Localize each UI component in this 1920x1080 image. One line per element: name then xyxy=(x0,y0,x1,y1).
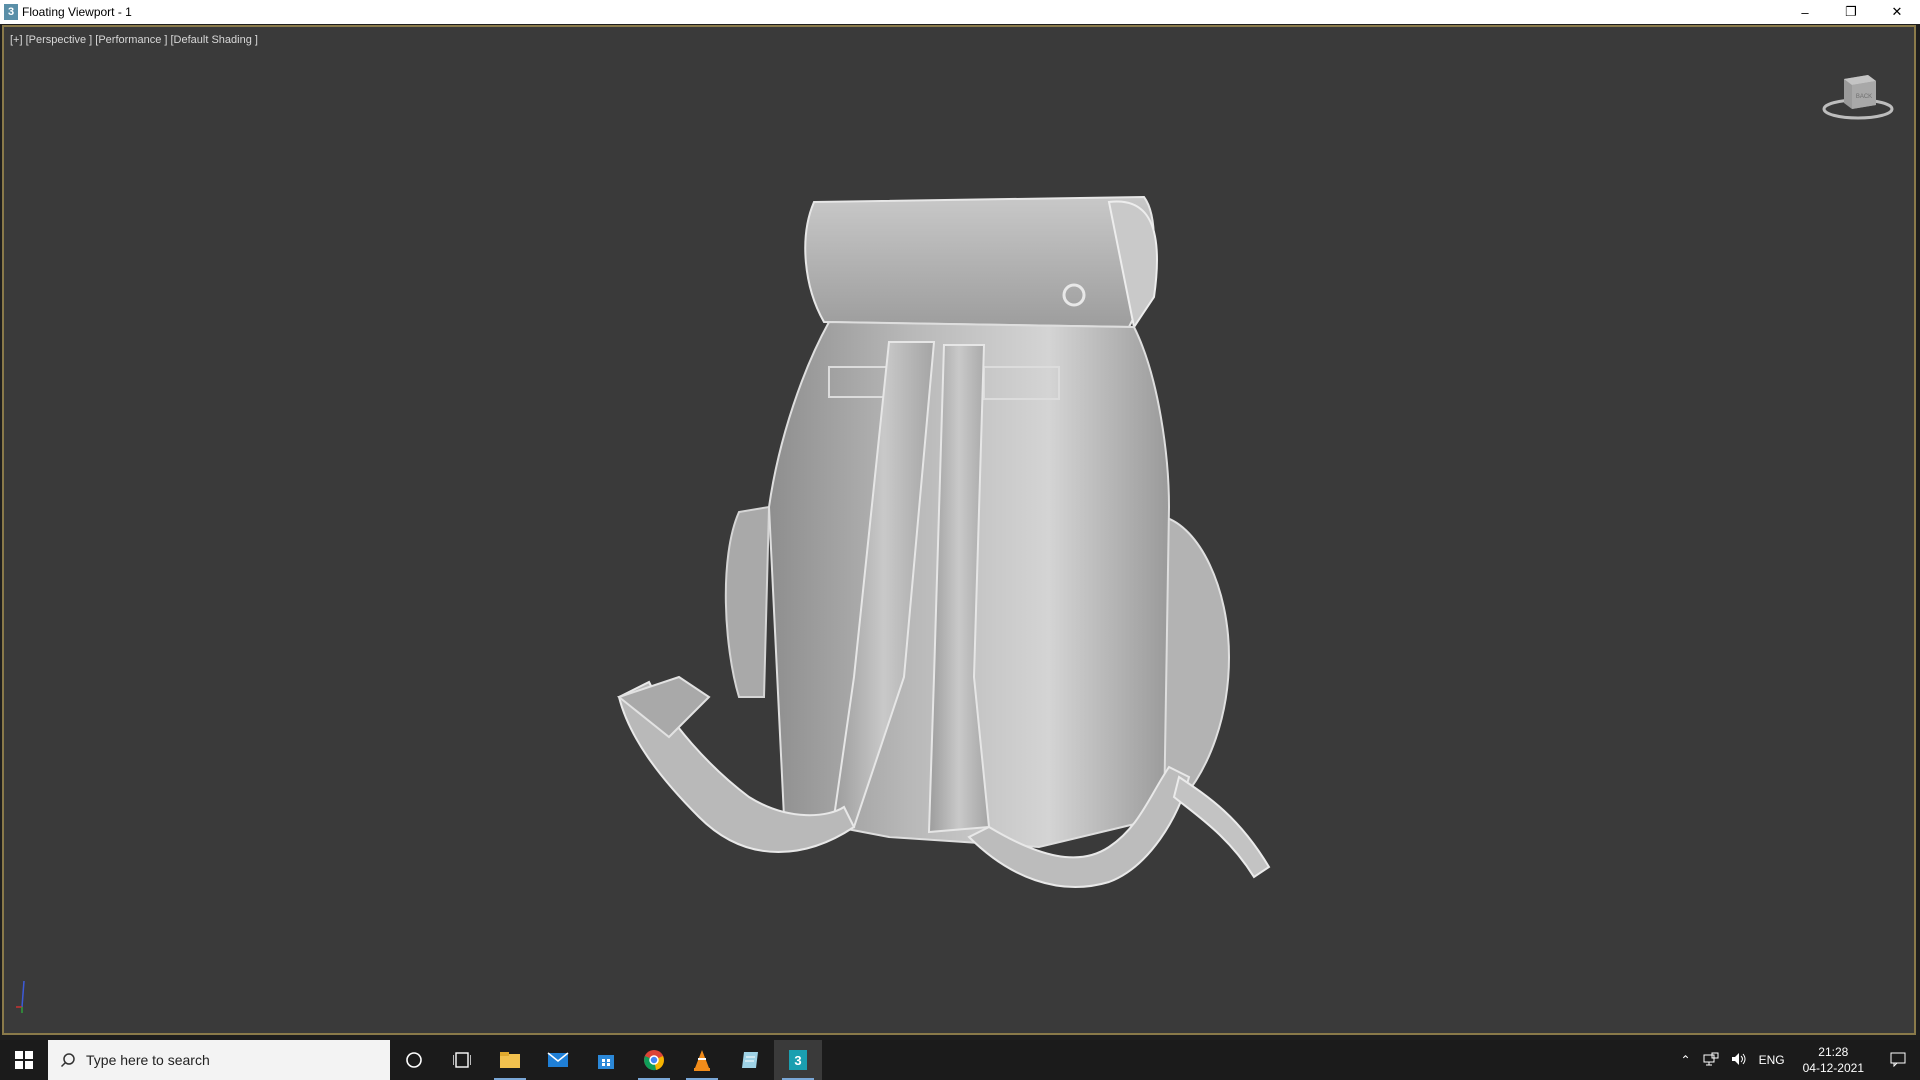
viewcube-face-label: BACK xyxy=(1856,94,1872,100)
3dsmax-icon[interactable]: 3 xyxy=(774,1040,822,1080)
volume-icon[interactable] xyxy=(1725,1052,1753,1069)
close-button[interactable]: ✕ xyxy=(1874,0,1920,24)
start-button[interactable] xyxy=(0,1040,48,1080)
vlc-icon[interactable] xyxy=(678,1040,726,1080)
task-view-icon[interactable] xyxy=(438,1040,486,1080)
search-icon xyxy=(60,1053,75,1068)
viewport-perspective[interactable]: [+] [Perspective ] [Performance ] [Defau… xyxy=(2,25,1916,1035)
clock[interactable]: 21:28 04-12-2021 xyxy=(1791,1044,1876,1076)
title-bar: 3 Floating Viewport - 1 – ❐ ✕ xyxy=(0,0,1920,24)
window-controls: – ❐ ✕ xyxy=(1782,0,1920,24)
language-indicator[interactable]: ENG xyxy=(1753,1053,1791,1067)
viewport-label[interactable]: [+] [Perspective ] [Performance ] [Defau… xyxy=(10,34,258,46)
chrome-icon[interactable] xyxy=(630,1040,678,1080)
windows-logo-icon xyxy=(15,1051,33,1069)
cortana-icon[interactable] xyxy=(390,1040,438,1080)
backpack-model[interactable] xyxy=(589,177,1289,917)
file-explorer-icon[interactable] xyxy=(486,1040,534,1080)
restore-button[interactable]: ❐ xyxy=(1828,0,1874,24)
clock-time: 21:28 xyxy=(1818,1045,1849,1059)
viewcube-icon[interactable]: BACK xyxy=(1820,65,1896,125)
system-tray: ⌃ ENG 21:28 04-12-2021 xyxy=(1675,1040,1920,1080)
taskbar: Type here to search 3 ⌃ ENG 21:28 04-12-… xyxy=(0,1040,1920,1080)
taskbar-search-box[interactable]: Type here to search xyxy=(48,1040,390,1080)
search-placeholder: Type here to search xyxy=(86,1052,210,1068)
notifications-icon[interactable] xyxy=(1876,1051,1920,1070)
axis-tripod-icon xyxy=(16,980,25,1013)
mail-icon[interactable] xyxy=(534,1040,582,1080)
store-icon[interactable] xyxy=(582,1040,630,1080)
minimize-button[interactable]: – xyxy=(1782,0,1828,24)
network-icon[interactable] xyxy=(1697,1052,1725,1069)
clock-date: 04-12-2021 xyxy=(1802,1061,1864,1075)
svg-text:3: 3 xyxy=(794,1053,801,1068)
3dsmax-app-icon: 3 xyxy=(4,4,18,20)
notepad-icon[interactable] xyxy=(726,1040,774,1080)
window-title: Floating Viewport - 1 xyxy=(22,5,132,19)
show-hidden-icons-icon[interactable]: ⌃ xyxy=(1675,1053,1697,1067)
